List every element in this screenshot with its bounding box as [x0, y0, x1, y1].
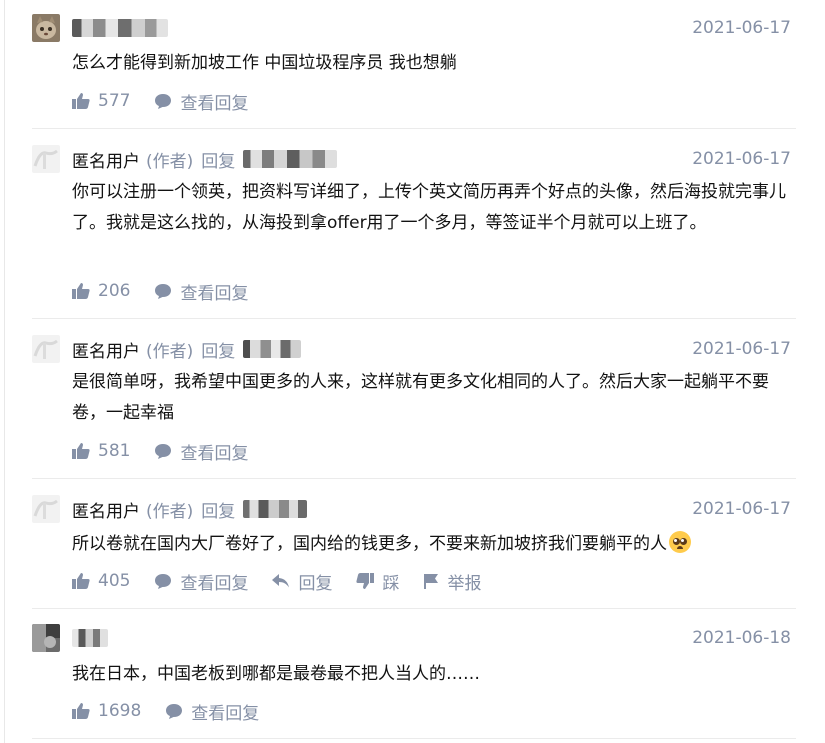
comment-date: 2021-06-18 [692, 628, 791, 648]
comment-date: 2021-06-17 [692, 18, 791, 38]
report-button[interactable]: 举报 [423, 569, 481, 594]
author-tag: (作者) [146, 151, 194, 172]
view-replies-label: 查看回复 [180, 283, 249, 304]
comment-bubble-icon [155, 443, 172, 459]
comment-date: 2021-06-17 [692, 339, 791, 359]
avatar[interactable] [32, 14, 60, 42]
comment-date: 2021-06-17 [692, 149, 791, 169]
reply-to-label: 回复 [201, 341, 236, 362]
blurred-username [243, 150, 338, 168]
reply-arrow-icon [272, 574, 290, 588]
view-replies-button[interactable]: 查看回复 [165, 699, 259, 724]
like-count: 577 [98, 91, 131, 111]
comment-actions: 405 查看回复 回复 踩 举报 [72, 569, 505, 594]
view-replies-button[interactable]: 查看回复 [154, 569, 248, 594]
avatar[interactable] [32, 335, 60, 363]
view-replies-label: 查看回复 [191, 703, 260, 724]
like-count: 405 [98, 571, 131, 591]
view-replies-label: 查看回复 [180, 443, 249, 464]
comment-header [72, 626, 108, 650]
thumbs-up-icon [72, 573, 90, 589]
like-button[interactable]: 405 [72, 571, 130, 591]
reply-to-label: 回复 [201, 151, 236, 172]
like-count: 206 [98, 281, 131, 301]
blurred-username [72, 19, 168, 37]
like-button[interactable]: 206 [72, 281, 130, 301]
comment-content: 怎么才能得到新加坡工作 中国垃圾程序员 我也想躺 [72, 53, 457, 73]
like-button[interactable]: 581 [72, 441, 130, 461]
thumbs-up-icon [72, 283, 90, 299]
thumbs-up-icon [72, 703, 90, 719]
view-replies-button[interactable]: 查看回复 [154, 439, 248, 464]
comment-content: 是很简单呀，我希望中国更多的人来，这样就有更多文化相同的人了。然后大家一起躺平不… [72, 372, 769, 423]
comment-content: 所以卷就在国内大厂卷好了，国内给的钱更多，不要来新加坡挤我们要躺平的人 [72, 529, 792, 560]
comment-actions: 1698 查看回复 [72, 699, 283, 724]
comment-content: 你可以注册一个领英，把资料写详细了，上传个英文简历再弄个好点的头像，然后海投就完… [72, 182, 786, 233]
avatar[interactable] [32, 495, 60, 523]
comment-divider [32, 478, 796, 479]
comment-actions: 577 查看回复 [72, 89, 272, 114]
like-button[interactable]: 1698 [72, 701, 141, 721]
comment-header: 匿名用户 (作者) 回复 [72, 337, 302, 362]
comment-header: 匿名用户 (作者) 回复 [72, 147, 338, 172]
comment-bubble-icon [155, 283, 172, 299]
avatar[interactable] [32, 145, 60, 173]
comment-divider [32, 318, 796, 319]
author-name[interactable]: 匿名用户 [72, 337, 140, 362]
report-label: 举报 [447, 573, 482, 594]
like-count: 1698 [98, 701, 142, 721]
left-border [4, 0, 5, 743]
thumbs-up-icon [72, 443, 90, 459]
avatar[interactable] [32, 624, 60, 652]
reply-to-label: 回复 [201, 501, 236, 522]
comment-divider [32, 738, 796, 739]
view-replies-label: 查看回复 [180, 93, 249, 114]
blurred-username [243, 500, 308, 518]
like-count: 581 [98, 441, 131, 461]
blurred-username [243, 340, 302, 358]
comment-bubble-icon [166, 703, 183, 719]
author-tag: (作者) [146, 501, 194, 522]
comment-divider [32, 608, 796, 609]
dislike-button[interactable]: 踩 [356, 569, 399, 594]
pleading-face-emoji-icon [669, 531, 691, 553]
comment-header [72, 16, 168, 40]
author-name[interactable]: 匿名用户 [72, 147, 140, 172]
view-replies-button[interactable]: 查看回复 [154, 89, 248, 114]
author-name[interactable]: 匿名用户 [72, 497, 140, 522]
comment-actions: 206 查看回复 [72, 279, 272, 304]
like-button[interactable]: 577 [72, 91, 130, 111]
comment-date: 2021-06-17 [692, 499, 791, 519]
reply-label: 回复 [298, 573, 333, 594]
author-tag: (作者) [146, 341, 194, 362]
blurred-username [72, 629, 108, 647]
thumbs-up-icon [72, 93, 90, 109]
comment-actions: 581 查看回复 [72, 439, 272, 464]
comment-header: 匿名用户 (作者) 回复 [72, 497, 308, 522]
view-replies-label: 查看回复 [180, 573, 249, 594]
comment-content: 我在日本，中国老板到哪都是最卷最不把人当人的…… [72, 664, 480, 684]
thumbs-down-icon [356, 573, 375, 589]
view-replies-button[interactable]: 查看回复 [154, 279, 248, 304]
dislike-label: 踩 [382, 573, 400, 594]
comment-bubble-icon [155, 573, 172, 589]
comment-bubble-icon [155, 93, 172, 109]
flag-icon [424, 574, 439, 589]
comment-divider [32, 128, 796, 129]
comment-text: 所以卷就在国内大厂卷好了，国内给的钱更多，不要来新加坡挤我们要躺平的人 [72, 534, 667, 554]
reply-button[interactable]: 回复 [272, 569, 332, 594]
